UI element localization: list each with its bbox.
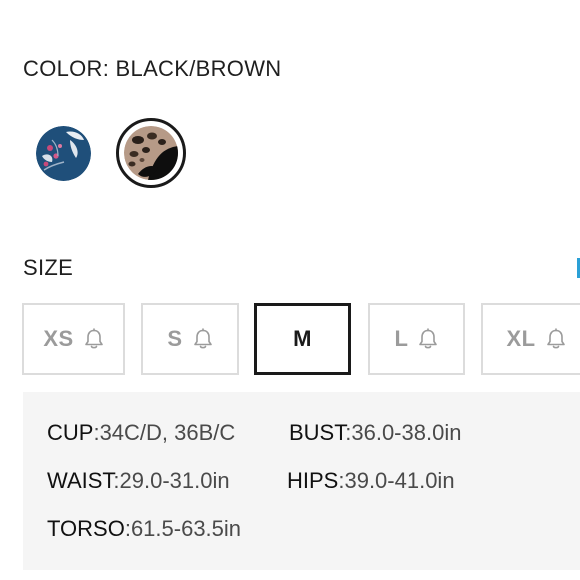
measurement-key: CUP (47, 420, 94, 445)
size-option-label: XL (506, 326, 536, 351)
size-option-label: L (394, 326, 409, 351)
measurement-value: :29.0-31.0in (113, 468, 230, 493)
size-measurements-panel: CUP:34C/D, 36B/C BUST:36.0-38.0in WAIST:… (23, 392, 580, 570)
size-option-l[interactable]: L (368, 303, 465, 375)
size-option-label: XS (43, 326, 74, 351)
measurement-value: :34C/D, 36B/C (93, 420, 236, 445)
measurement-key: TORSO (47, 516, 125, 541)
bell-icon (84, 328, 104, 350)
size-option-xl[interactable]: XL (481, 303, 580, 375)
size-option-label: M (293, 326, 312, 351)
measurement-cup: CUP:34C/D, 36B/C (47, 420, 235, 446)
bell-icon (418, 328, 438, 350)
size-option-label: S (167, 326, 183, 351)
measurement-value: :36.0-38.0in (345, 420, 462, 445)
measurement-hips: HIPS:39.0-41.0in (287, 468, 455, 494)
floral-pattern-image (36, 126, 91, 181)
measurement-key: WAIST (47, 468, 114, 493)
size-option-xs[interactable]: XS (22, 303, 125, 375)
swatch-black-brown[interactable] (116, 118, 186, 188)
measurement-value: :61.5-63.5in (124, 516, 242, 541)
size-option-m[interactable]: M (254, 303, 351, 375)
measurement-torso: TORSO:61.5-63.5in (47, 516, 241, 542)
size-option-s[interactable]: S (141, 303, 239, 375)
leopard-pattern-image (124, 126, 178, 180)
size-label: SIZE (23, 255, 74, 280)
measurement-value: :39.0-41.0in (338, 468, 455, 493)
measurement-key: HIPS (287, 468, 339, 493)
bell-icon (193, 328, 213, 350)
measurement-key: BUST (289, 420, 346, 445)
product-options: COLOR: BLACK/BROWN SIZE XS S M L XL CUP:… (0, 0, 580, 580)
bell-icon (546, 328, 566, 350)
measurement-bust: BUST:36.0-38.0in (289, 420, 461, 446)
color-label: COLOR: BLACK/BROWN (23, 56, 282, 81)
swatch-blue-floral[interactable] (36, 126, 91, 181)
measurement-waist: WAIST:29.0-31.0in (47, 468, 230, 494)
